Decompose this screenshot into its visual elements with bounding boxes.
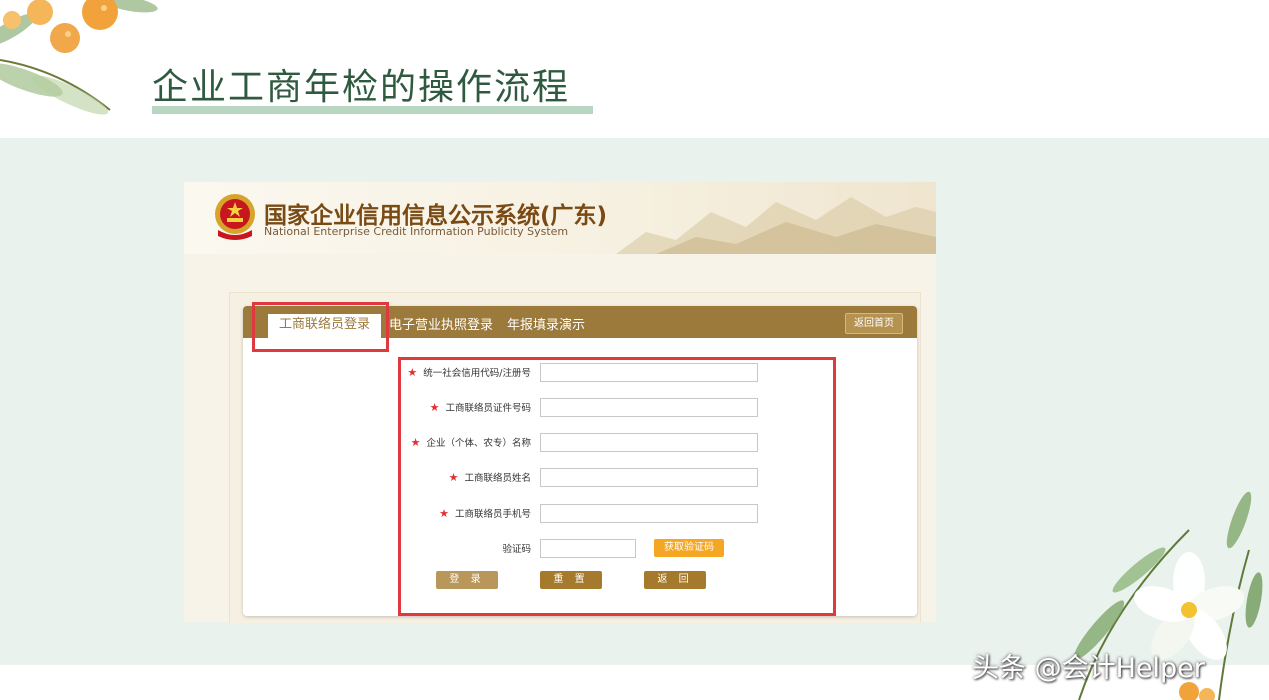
orange-branch-decoration [0,0,158,115]
tab-annual-report-demo[interactable]: 年报填录演示 [507,314,585,333]
mountain-landscape-decoration [616,197,936,254]
watermark: 头条 @会计Helper [972,653,1205,684]
return-home-button[interactable]: 返回首页 [845,313,903,334]
highlight-box-tab [252,302,389,352]
slide-title: 企业工商年检的操作流程 [152,67,571,108]
tab-e-license-login[interactable]: 电子营业执照登录 [389,314,493,333]
site-header: 国家企业信用信息公示系统(广东) National Enterprise Cre… [184,182,936,254]
system-subtitle: National Enterprise Credit Information P… [264,225,569,238]
national-emblem-icon [215,194,255,240]
highlight-box-form [398,357,836,616]
title-underline [152,106,593,114]
